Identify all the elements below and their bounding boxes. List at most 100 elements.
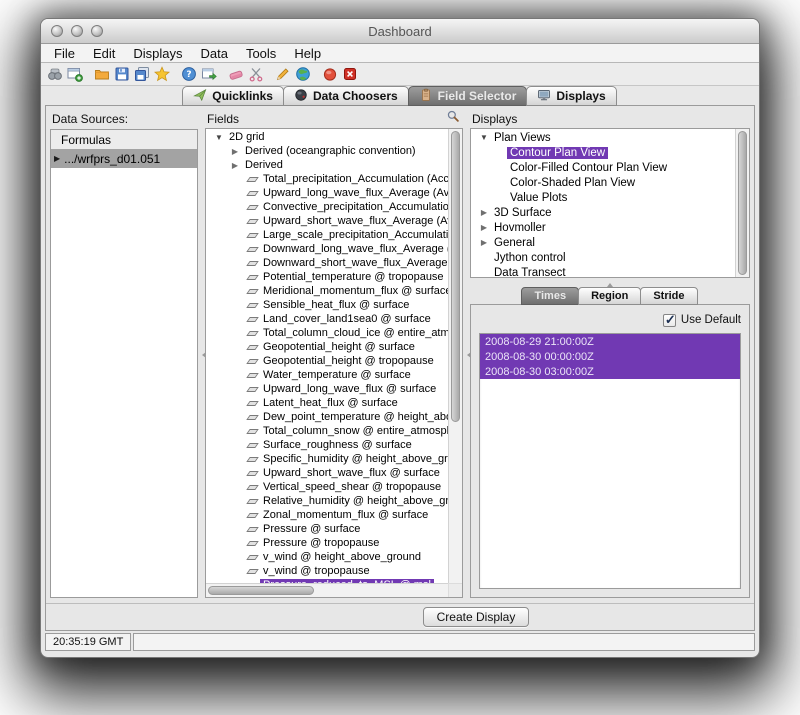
create-display-button[interactable]: Create Display <box>423 607 530 627</box>
cut-icon[interactable] <box>247 65 265 83</box>
globe-icon[interactable] <box>294 65 312 83</box>
fields-vertical-scrollbar[interactable] <box>448 129 462 583</box>
menu-edit[interactable]: Edit <box>84 46 124 61</box>
time-item[interactable]: 2008-08-30 03:00:00Z <box>480 364 740 379</box>
tree-item[interactable]: Upward_short_wave_flux_Average (Average … <box>206 214 448 228</box>
tree-collapsed-icon[interactable]: ▶ <box>477 208 491 217</box>
tree-item[interactable]: Land_cover_land1sea0 @ surface <box>206 312 448 326</box>
tree-item[interactable]: Geopotential_height @ tropopause <box>206 354 448 368</box>
time-item[interactable]: 2008-08-30 00:00:00Z <box>480 349 740 364</box>
tree-collapsed-icon[interactable]: ▶ <box>477 238 491 247</box>
menu-help[interactable]: Help <box>285 46 330 61</box>
close-button[interactable] <box>51 25 63 37</box>
left-splitter[interactable] <box>198 111 205 598</box>
menu-data[interactable]: Data <box>191 46 236 61</box>
tree-item[interactable]: Vertical_speed_shear @ tropopause <box>206 480 448 494</box>
menu-file[interactable]: File <box>45 46 84 61</box>
tree-item[interactable]: ▶3D Surface <box>471 205 735 220</box>
tree-item[interactable]: Water_temperature @ surface <box>206 368 448 382</box>
tree-item[interactable]: Large_scale_precipitation_Accumulation (… <box>206 228 448 242</box>
displays-vertical-scrollbar-thumb[interactable] <box>738 131 747 275</box>
fields-vertical-scrollbar-thumb[interactable] <box>451 131 460 422</box>
times-list[interactable]: 2008-08-29 21:00:00Z2008-08-30 00:00:00Z… <box>479 333 741 589</box>
stop-icon[interactable] <box>341 65 359 83</box>
tree-item[interactable]: ▶Derived <box>206 158 448 172</box>
tree-item[interactable]: Geopotential_height @ surface <box>206 340 448 354</box>
tree-item[interactable]: v_wind @ tropopause <box>206 564 448 578</box>
tab-data-choosers[interactable]: Data Choosers <box>283 86 409 106</box>
tree-item[interactable]: Pressure @ surface <box>206 522 448 536</box>
tree-item[interactable]: Meridional_momentum_flux @ surface <box>206 284 448 298</box>
subset-tab-region[interactable]: Region <box>578 287 641 305</box>
tree-item[interactable]: Specific_humidity @ height_above_ground <box>206 452 448 466</box>
tree-expanded-icon[interactable]: ▼ <box>212 133 226 142</box>
displays-vertical-scrollbar[interactable] <box>735 129 749 277</box>
tree-item[interactable]: Color-Shaded Plan View <box>471 175 735 190</box>
tab-field-selector[interactable]: Field Selector <box>408 86 528 106</box>
tree-item[interactable]: Convective_precipitation_Accumulation (A… <box>206 200 448 214</box>
tree-item[interactable]: Color-Filled Contour Plan View <box>471 160 735 175</box>
save-icon[interactable] <box>113 65 131 83</box>
menu-displays[interactable]: Displays <box>124 46 191 61</box>
tree-item[interactable]: Latent_heat_flux @ surface <box>206 396 448 410</box>
tree-item[interactable]: Upward_long_wave_flux @ surface <box>206 382 448 396</box>
tree-item[interactable]: ▶Derived (oceangraphic convention) <box>206 144 448 158</box>
tree-item[interactable]: Downward_long_wave_flux_Average (Average… <box>206 242 448 256</box>
tree-collapsed-icon[interactable]: ▶ <box>228 161 242 170</box>
tree-item[interactable]: Surface_roughness @ surface <box>206 438 448 452</box>
tree-expanded-icon[interactable]: ▼ <box>477 133 491 142</box>
time-item[interactable]: 2008-08-29 21:00:00Z <box>480 334 740 349</box>
eraser-icon[interactable] <box>227 65 245 83</box>
save-as-icon[interactable] <box>133 65 151 83</box>
tree-item[interactable]: Total_precipitation_Accumulation (Accumu… <box>206 172 448 186</box>
fields-tree[interactable]: ▼2D grid▶Derived (oceangraphic conventio… <box>206 130 448 583</box>
displays-splitter[interactable] <box>470 278 750 287</box>
zoom-button[interactable] <box>91 25 103 37</box>
subset-tab-stride[interactable]: Stride <box>640 287 697 305</box>
tree-item[interactable]: ▼Plan Views <box>471 130 735 145</box>
tree-item[interactable]: Data Transect <box>471 265 735 277</box>
data-source-item[interactable]: ▶.../wrfprs_d01.051 <box>51 149 197 168</box>
tree-item[interactable]: Upward_short_wave_flux @ surface <box>206 466 448 480</box>
data-sources-list[interactable]: Formulas▶.../wrfprs_d01.051 <box>50 129 198 598</box>
tree-item[interactable]: Total_column_snow @ entire_atmosphere <box>206 424 448 438</box>
tree-collapsed-icon[interactable]: ▶ <box>228 147 242 156</box>
expand-arrow-icon[interactable]: ▶ <box>54 154 60 163</box>
tree-item[interactable]: ▶Hovmoller <box>471 220 735 235</box>
tab-displays[interactable]: Displays <box>526 86 616 106</box>
edit-pencil-icon[interactable] <box>274 65 292 83</box>
tree-item[interactable]: Zonal_momentum_flux @ surface <box>206 508 448 522</box>
menu-tools[interactable]: Tools <box>237 46 285 61</box>
tree-item[interactable]: Relative_humidity @ height_above_ground <box>206 494 448 508</box>
fields-horizontal-scrollbar[interactable] <box>206 583 448 597</box>
tree-item[interactable]: Potential_temperature @ tropopause <box>206 270 448 284</box>
tree-item[interactable]: Jython control <box>471 250 735 265</box>
minimize-button[interactable] <box>71 25 83 37</box>
title-bar[interactable]: Dashboard <box>41 19 759 44</box>
tree-item[interactable]: Pressure @ tropopause <box>206 536 448 550</box>
center-splitter[interactable] <box>463 111 470 598</box>
tree-item[interactable]: Dew_point_temperature @ height_above_gro… <box>206 410 448 424</box>
tree-item[interactable]: ▶General <box>471 235 735 250</box>
tree-item[interactable]: Sensible_heat_flux @ surface <box>206 298 448 312</box>
tree-item[interactable]: Contour Plan View <box>471 145 735 160</box>
search-icon[interactable] <box>446 109 460 128</box>
subset-tab-times[interactable]: Times <box>521 287 579 305</box>
tree-item[interactable]: v_wind @ height_above_ground <box>206 550 448 564</box>
data-source-item[interactable]: Formulas <box>51 130 197 149</box>
tab-quicklinks[interactable]: Quicklinks <box>182 86 284 106</box>
favorites-star-icon[interactable] <box>153 65 171 83</box>
tree-item[interactable]: Total_column_cloud_ice @ entire_atmosphe… <box>206 326 448 340</box>
displays-tree[interactable]: ▼Plan ViewsContour Plan ViewColor-Filled… <box>471 130 735 277</box>
tree-item[interactable]: Downward_short_wave_flux_Average (Averag… <box>206 256 448 270</box>
record-icon[interactable] <box>321 65 339 83</box>
new-window-icon[interactable] <box>66 65 84 83</box>
use-default-checkbox[interactable] <box>663 314 676 327</box>
tree-item[interactable]: Value Plots <box>471 190 735 205</box>
binoculars-icon[interactable] <box>46 65 64 83</box>
tree-collapsed-icon[interactable]: ▶ <box>477 223 491 232</box>
tree-item[interactable]: ▼2D grid <box>206 130 448 144</box>
tree-item[interactable]: Upward_long_wave_flux_Average (Average f… <box>206 186 448 200</box>
import-icon[interactable] <box>200 65 218 83</box>
fields-horizontal-scrollbar-thumb[interactable] <box>208 586 314 595</box>
